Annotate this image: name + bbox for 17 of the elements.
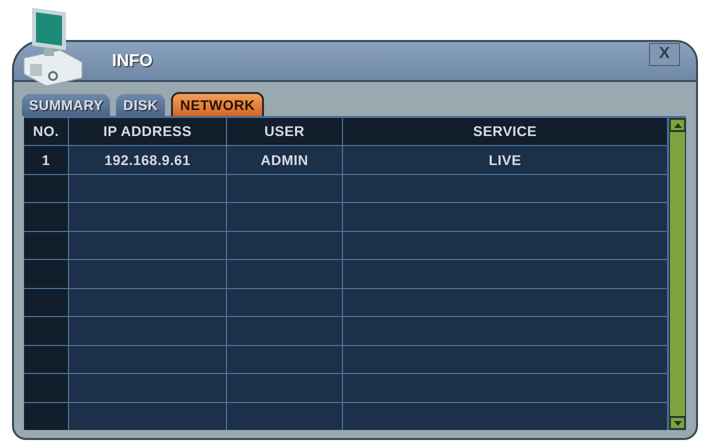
table-cell: 192.168.9.61 (69, 146, 226, 174)
column-header: NO. (24, 118, 68, 146)
window-title: INFO (112, 50, 153, 72)
close-button[interactable]: X (649, 42, 680, 66)
column-header: IP ADDRESS (69, 118, 226, 146)
scroll-thumb[interactable] (670, 132, 685, 416)
table-cell: 1 (24, 146, 68, 174)
table-cell: ADMIN (227, 146, 342, 174)
table-cell: LIVE (343, 146, 667, 174)
tab[interactable]: NETWORK (171, 92, 264, 116)
column-header: USER (227, 118, 342, 146)
tab[interactable]: DISK (116, 94, 166, 116)
column-header: SERVICE (343, 118, 667, 146)
scroll-down-icon[interactable] (670, 417, 685, 429)
scroll-up-icon[interactable] (670, 119, 685, 131)
scrollbar[interactable] (669, 118, 686, 430)
tab[interactable]: SUMMARY (22, 94, 110, 116)
